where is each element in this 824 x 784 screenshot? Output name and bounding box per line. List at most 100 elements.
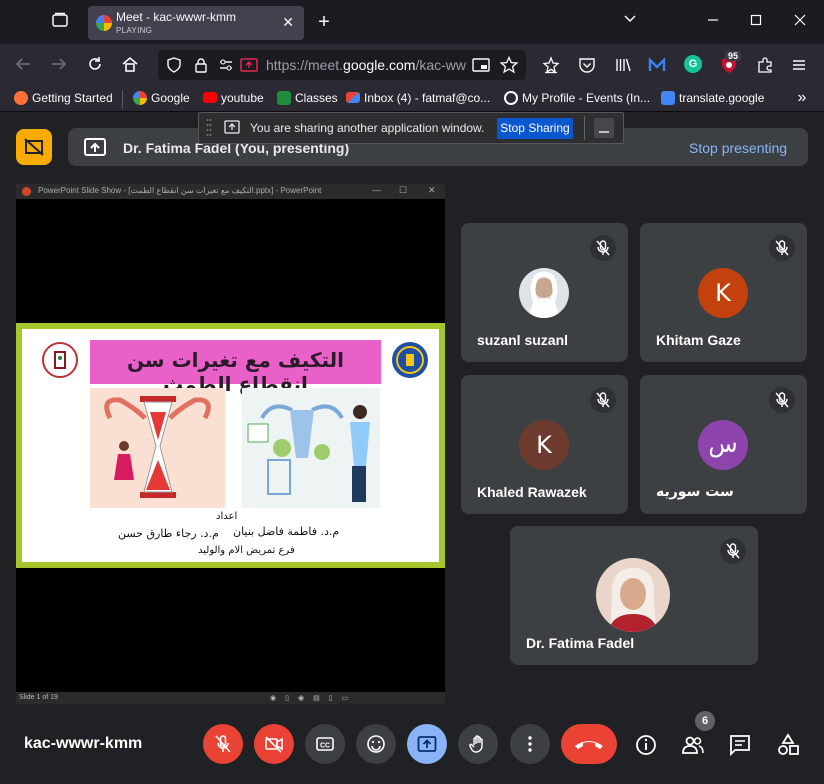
pp-close-icon[interactable]: ✕ — [428, 185, 436, 196]
people-button[interactable] — [680, 732, 706, 758]
participant-tile[interactable]: K Khaled Rawazek — [461, 375, 628, 514]
youtube-icon — [203, 92, 217, 103]
avatar — [519, 268, 569, 318]
share-screen-icon — [224, 120, 240, 139]
maximize-icon[interactable] — [746, 12, 766, 32]
menopause-illustration — [242, 388, 380, 508]
powerpoint-status-bar — [16, 692, 445, 704]
picture-in-picture-icon[interactable] — [472, 57, 490, 78]
present-now-button[interactable] — [407, 724, 447, 764]
shapes-icon — [778, 733, 799, 755]
college-logo-right — [392, 342, 428, 378]
bookmarks-overflow-icon[interactable]: » — [794, 88, 810, 108]
bookmark-inbox[interactable]: Inbox (4) - fatmaf@co... — [346, 91, 490, 105]
meeting-details-button[interactable] — [633, 732, 659, 758]
close-window-icon[interactable] — [790, 12, 810, 32]
mic-off-icon — [215, 735, 231, 753]
leave-call-button[interactable] — [561, 724, 617, 764]
bookmark-translate[interactable]: translate.google — [661, 91, 764, 105]
mic-toggle-button[interactable] — [203, 724, 243, 764]
prepared-by-label: اعداد — [216, 511, 238, 522]
tab-list-icon[interactable] — [50, 12, 70, 34]
back-arrow-icon[interactable] — [14, 55, 32, 78]
reactions-button[interactable] — [356, 724, 396, 764]
captions-button[interactable]: CC — [305, 724, 345, 764]
mic-off-icon — [720, 538, 746, 564]
firefox-icon — [14, 91, 28, 105]
raise-hand-button[interactable] — [458, 724, 498, 764]
participant-tile[interactable]: suzanl suzanl — [461, 223, 628, 362]
author-1: م.د. فاطمة فاضل بنيان — [233, 525, 340, 538]
translate-icon — [661, 91, 675, 105]
participant-name: Khaled Rawazek — [477, 484, 587, 500]
extension-badge: 95 — [725, 51, 742, 61]
stop-sharing-button[interactable]: Stop Sharing — [497, 118, 573, 139]
drag-handle-icon[interactable] — [206, 117, 212, 144]
url-text[interactable]: https://meet.google.com/kac-ww — [266, 57, 466, 73]
mic-off-icon — [769, 387, 795, 413]
extensions-puzzle-icon[interactable] — [756, 56, 774, 79]
bookmark-youtube[interactable]: youtube — [203, 91, 264, 105]
powerpoint-window-title: PowerPoint Slide Show - [التكيف مع تغيرا… — [38, 186, 322, 195]
stop-presenting-button[interactable]: Stop presenting — [689, 140, 787, 156]
present-screen-icon — [417, 736, 437, 752]
present-screen-icon — [84, 137, 106, 162]
extension-star-icon[interactable] — [542, 56, 560, 79]
lock-icon[interactable] — [194, 57, 208, 78]
camera-off-icon — [265, 736, 283, 753]
participant-tile-self[interactable]: Dr. Fatima Fadel — [510, 526, 758, 665]
profile-icon — [504, 91, 518, 105]
tab-close-icon[interactable]: ✕ — [282, 14, 294, 31]
pocket-icon[interactable] — [578, 56, 596, 79]
activities-button[interactable] — [775, 732, 801, 758]
participant-tile[interactable]: K Khitam Gaze — [640, 223, 807, 362]
hand-icon — [469, 735, 483, 753]
avatar-letter: K — [519, 420, 569, 470]
bookmark-separator — [122, 90, 123, 108]
tab-playing-label: PLAYING — [116, 26, 153, 35]
more-options-button[interactable] — [510, 724, 550, 764]
forward-arrow-icon[interactable] — [50, 55, 68, 78]
info-icon — [636, 735, 656, 755]
bookmark-getting-started[interactable]: Getting Started — [14, 91, 113, 105]
chat-icon — [730, 735, 750, 757]
meeting-code: kac-wwwr-kmm — [24, 735, 143, 752]
bookmark-google[interactable]: Google — [133, 91, 190, 105]
chat-button[interactable] — [727, 732, 753, 758]
mic-off-icon — [590, 235, 616, 261]
grammarly-icon[interactable]: G — [684, 55, 702, 73]
new-tab-icon[interactable]: + — [314, 12, 334, 32]
list-all-tabs-icon[interactable] — [620, 12, 640, 32]
avatar-letter: K — [698, 268, 748, 318]
classroom-icon — [277, 91, 291, 105]
slideshow-controls-icon[interactable]: ◉▯◉▤▯▭ — [270, 694, 357, 702]
pp-minimize-icon[interactable]: — — [372, 185, 381, 195]
app-menu-icon[interactable] — [790, 56, 808, 79]
screen-sharing-indicator-icon[interactable] — [240, 57, 258, 78]
people-count-badge: 6 — [695, 711, 715, 731]
browser-tab[interactable]: Meet - kac-wwwr-kmm PLAYING ✕ — [88, 6, 304, 40]
university-logo-left — [42, 342, 78, 378]
home-icon[interactable] — [121, 55, 139, 78]
hide-banner-button[interactable] — [594, 118, 614, 138]
mic-off-icon — [769, 235, 795, 261]
gmail-icon — [346, 92, 360, 103]
hang-up-icon — [575, 741, 603, 749]
camera-off-indicator — [16, 129, 52, 165]
participant-name: ست سوريه — [656, 484, 734, 500]
reload-icon[interactable] — [86, 55, 104, 78]
pp-maximize-icon[interactable]: ☐ — [399, 185, 407, 196]
camera-toggle-button[interactable] — [254, 724, 294, 764]
minimize-icon[interactable] — [703, 12, 723, 32]
tracking-protection-shield-icon[interactable] — [166, 57, 182, 78]
avatar — [596, 558, 670, 632]
sharing-message: You are sharing another application wind… — [250, 121, 485, 135]
bookmark-my-profile[interactable]: My Profile - Events (In... — [504, 91, 650, 105]
extension-m-icon[interactable] — [648, 56, 666, 79]
bookmark-star-icon[interactable] — [499, 55, 519, 79]
permissions-icon[interactable] — [218, 57, 234, 78]
participant-tile[interactable]: س ست سوريه — [640, 375, 807, 514]
library-icon[interactable] — [614, 56, 632, 79]
powerpoint-icon — [22, 187, 31, 196]
bookmark-classes[interactable]: Classes — [277, 91, 338, 105]
